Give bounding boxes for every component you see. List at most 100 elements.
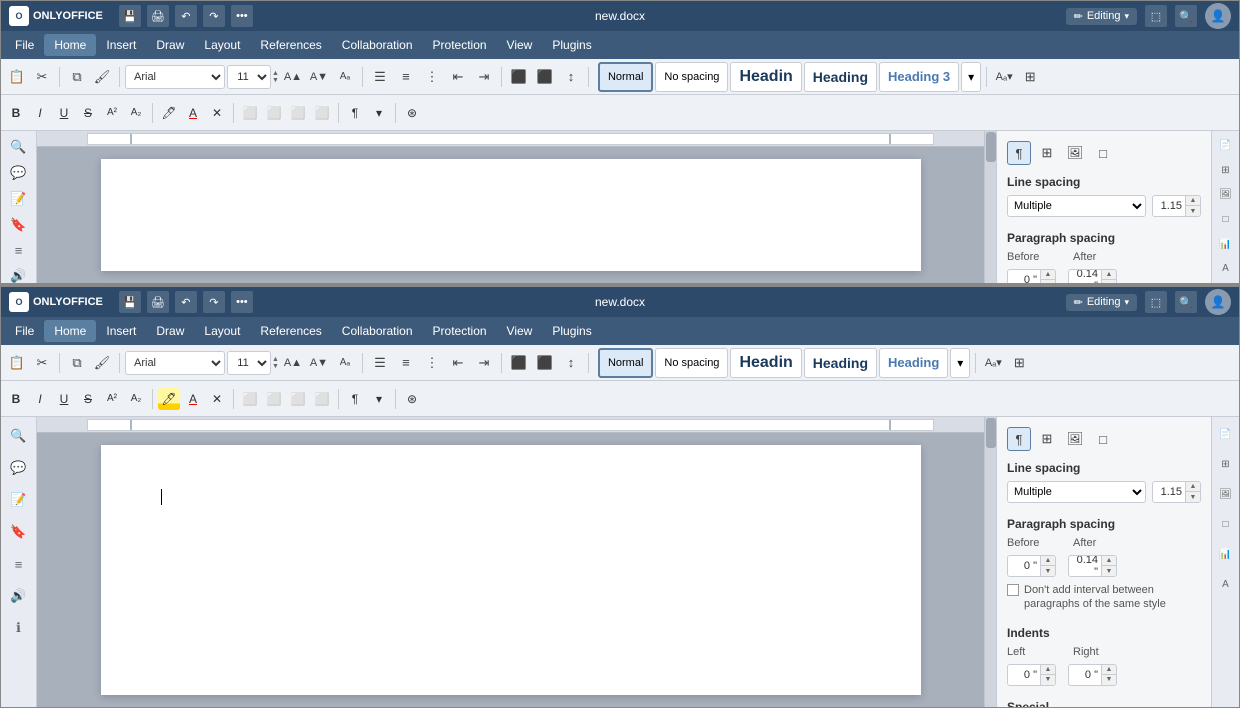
clear-2[interactable]: ✕: [206, 388, 228, 410]
highlight-1[interactable]: 🖊: [158, 102, 180, 124]
left-up-2[interactable]: ▲: [1041, 665, 1055, 675]
paste-btn-1[interactable]: 📋: [5, 65, 29, 89]
gallery-more-1[interactable]: ▾: [961, 62, 981, 92]
cut-btn-1[interactable]: ✂: [30, 65, 54, 89]
rs-icon1-1[interactable]: 📄: [1215, 137, 1237, 154]
align-left-1[interactable]: ⬛: [507, 65, 531, 89]
increase-indent-1[interactable]: ⇥: [472, 65, 496, 89]
search-replace-2[interactable]: ⊞: [1007, 351, 1031, 375]
pilcrow-1[interactable]: ¶: [344, 102, 366, 124]
align-justify-2[interactable]: ⬜: [311, 388, 333, 410]
sidebar-zoom-1[interactable]: 🔍: [8, 139, 30, 155]
decrease-indent-2[interactable]: ⇤: [446, 351, 470, 375]
copy-btn-2[interactable]: ⧉: [65, 351, 89, 375]
sidebar-bookmark-2[interactable]: 🔖: [8, 521, 30, 543]
menu-file-2[interactable]: File: [5, 320, 44, 342]
editing-badge-1[interactable]: ✏ Editing ▾: [1066, 8, 1137, 25]
underline-btn-1[interactable]: U: [53, 102, 75, 124]
menu-file-1[interactable]: File: [5, 34, 44, 56]
menu-draw-1[interactable]: Draw: [146, 34, 194, 56]
change-style-1[interactable]: Aₐ▾: [992, 65, 1016, 89]
increase-indent-2[interactable]: ⇥: [472, 351, 496, 375]
align-right-fmt-2[interactable]: ⬜: [287, 388, 309, 410]
sidebar-comment-2[interactable]: 💬: [8, 457, 30, 479]
copy-style-2[interactable]: ⊛: [401, 388, 423, 410]
style-nospace-2[interactable]: No spacing: [655, 348, 728, 378]
sidebar-edit-1[interactable]: 📝: [8, 191, 30, 207]
rs-icon2-1[interactable]: ⊞: [1215, 162, 1237, 179]
rs-icon6-1[interactable]: A: [1215, 260, 1237, 277]
list-multi-1[interactable]: ⋮: [420, 65, 444, 89]
menu-collab-1[interactable]: Collaboration: [332, 34, 423, 56]
left-down-2[interactable]: ▼: [1041, 675, 1055, 685]
nonprint-2[interactable]: ▾: [368, 388, 390, 410]
font-color-2[interactable]: A: [182, 388, 204, 410]
sidebar-speaker-2[interactable]: 🔊: [8, 585, 30, 607]
nav-btn-1[interactable]: ⬚: [1145, 5, 1167, 27]
align-left-fmt-1[interactable]: ⬜: [239, 102, 261, 124]
avatar-2[interactable]: 👤: [1205, 289, 1231, 315]
line-spacing-select-1[interactable]: Multiple: [1007, 195, 1146, 217]
more-btn-2[interactable]: •••: [231, 291, 253, 313]
menu-protection-2[interactable]: Protection: [423, 320, 497, 342]
doc-page-2[interactable]: [101, 445, 921, 695]
rs-icon4-1[interactable]: □: [1215, 211, 1237, 228]
redo-btn-2[interactable]: ↷: [203, 291, 225, 313]
style-nospace-1[interactable]: No spacing: [655, 62, 728, 92]
highlight-2[interactable]: 🖊: [158, 388, 180, 410]
image-icon-1[interactable]: 🖼: [1063, 141, 1087, 165]
clear-format-1[interactable]: Aₐ: [333, 65, 357, 89]
menu-layout-1[interactable]: Layout: [194, 34, 250, 56]
cut-btn-2[interactable]: ✂: [30, 351, 54, 375]
before-down-2[interactable]: ▼: [1041, 566, 1055, 576]
font-selector-2[interactable]: Arial: [125, 351, 225, 375]
gallery-more-2[interactable]: ▾: [950, 348, 970, 378]
style-normal-1[interactable]: Normal: [598, 62, 653, 92]
italic-btn-1[interactable]: I: [29, 102, 51, 124]
print-btn-1[interactable]: 🖨: [147, 5, 169, 27]
underline-btn-2[interactable]: U: [53, 388, 75, 410]
format-painter-2[interactable]: 🖌: [90, 351, 114, 375]
list-unordered-2[interactable]: ☰: [368, 351, 392, 375]
table-icon-1[interactable]: ⊞: [1035, 141, 1059, 165]
align-center-fmt-1[interactable]: ⬜: [263, 102, 285, 124]
sidebar-list-1[interactable]: ≡: [8, 243, 30, 258]
after-down-2[interactable]: ▼: [1102, 566, 1116, 576]
rs-icon5-1[interactable]: 📊: [1215, 236, 1237, 253]
right-up-2[interactable]: ▲: [1102, 665, 1116, 675]
line-spacing-select-2[interactable]: Multiple: [1007, 481, 1146, 503]
shape-icon-2[interactable]: □: [1091, 427, 1115, 451]
font-size-1[interactable]: 11: [227, 65, 271, 89]
after-down-1[interactable]: ▼: [1102, 280, 1116, 283]
subscript-2[interactable]: A₂: [125, 388, 147, 410]
menu-home-2[interactable]: Home: [44, 320, 96, 342]
strike-btn-2[interactable]: S: [77, 388, 99, 410]
list-ordered-2[interactable]: ≡: [394, 351, 418, 375]
align-center-2[interactable]: ⬛: [533, 351, 557, 375]
strike-btn-1[interactable]: S: [77, 102, 99, 124]
sidebar-speaker-1[interactable]: 🔊: [8, 268, 30, 283]
line-spacing-up-1[interactable]: ▲: [1186, 196, 1200, 206]
menu-references-1[interactable]: References: [250, 34, 331, 56]
menu-plugins-2[interactable]: Plugins: [542, 320, 601, 342]
rs-icon4-2[interactable]: □: [1215, 513, 1237, 535]
bold-btn-1[interactable]: B: [5, 102, 27, 124]
before-up-2[interactable]: ▲: [1041, 556, 1055, 566]
font-size-down-2[interactable]: ▼: [272, 363, 279, 370]
undo-btn-1[interactable]: ↶: [175, 5, 197, 27]
rs-icon2-2[interactable]: ⊞: [1215, 453, 1237, 475]
redo-btn-1[interactable]: ↷: [203, 5, 225, 27]
menu-layout-2[interactable]: Layout: [194, 320, 250, 342]
font-shrink-2[interactable]: A▼: [307, 351, 331, 375]
align-justify-1[interactable]: ⬜: [311, 102, 333, 124]
align-center-1[interactable]: ⬛: [533, 65, 557, 89]
font-selector-1[interactable]: Arial: [125, 65, 225, 89]
font-color-1[interactable]: A: [182, 102, 204, 124]
line-spacing-down-1[interactable]: ▼: [1186, 206, 1200, 216]
save-btn-1[interactable]: 💾: [119, 5, 141, 27]
font-shrink-1[interactable]: A▼: [307, 65, 331, 89]
right-down-2[interactable]: ▼: [1102, 675, 1116, 685]
image-icon-2[interactable]: 🖼: [1063, 427, 1087, 451]
decrease-indent-1[interactable]: ⇤: [446, 65, 470, 89]
superscript-2[interactable]: A²: [101, 388, 123, 410]
